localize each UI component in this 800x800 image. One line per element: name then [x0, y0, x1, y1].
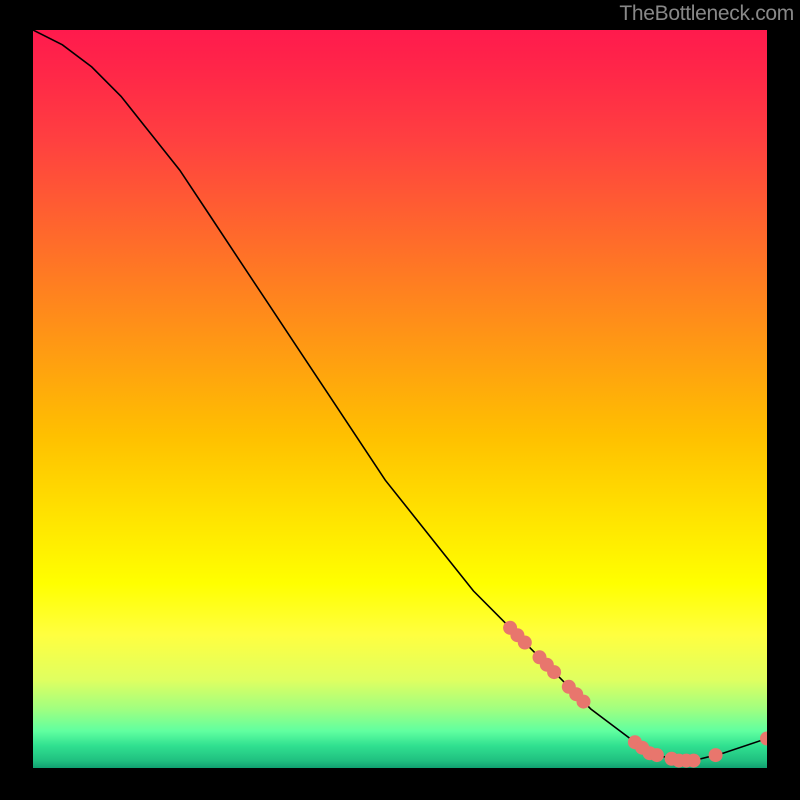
watermark-text: TheBottleneck.com: [619, 2, 794, 26]
chart-svg-overlay: [33, 30, 767, 768]
curve-line: [33, 30, 767, 761]
chart-container: TheBottleneck.com: [0, 0, 800, 800]
data-markers: [503, 621, 767, 768]
